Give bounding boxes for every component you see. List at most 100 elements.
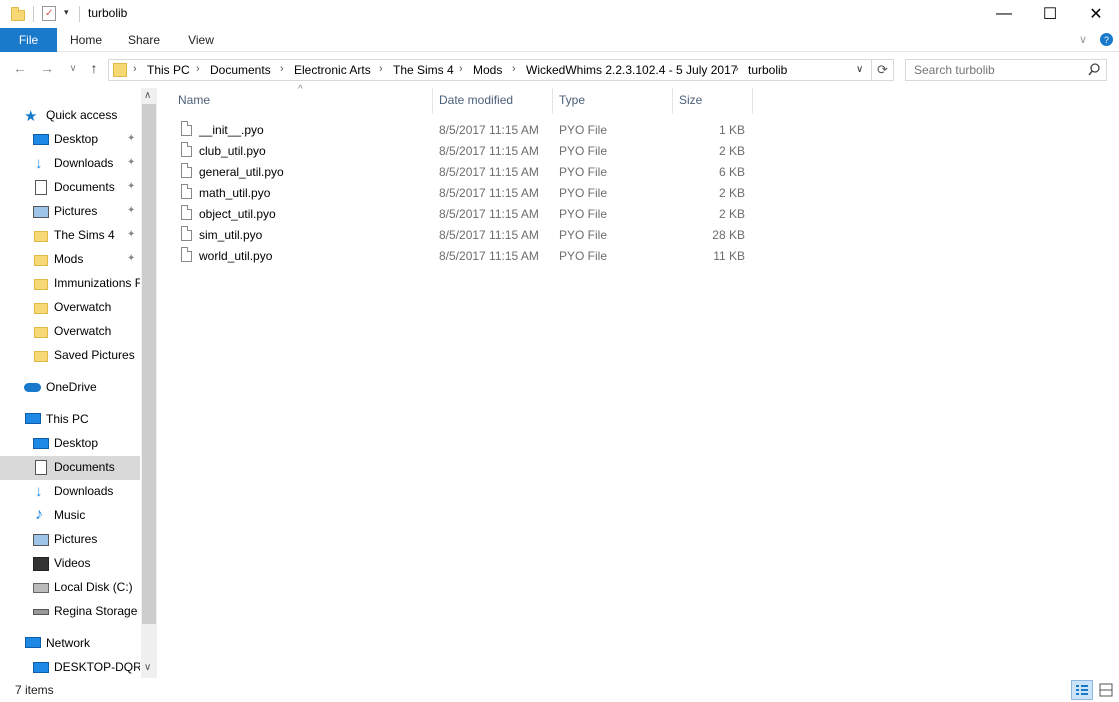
breadcrumb-separator[interactable]: › — [379, 63, 383, 75]
search-box[interactable] — [905, 59, 1107, 81]
back-button[interactable]: ← — [10, 60, 30, 76]
nav-item-the-sims-4[interactable]: The Sims 4 ✦ — [0, 224, 140, 248]
file-icon — [181, 226, 192, 241]
nav-item-videos[interactable]: Videos — [0, 552, 140, 576]
nav-item-downloads[interactable]: ↓ Downloads ✦ — [0, 152, 140, 176]
scroll-down-icon[interactable]: ∨ — [144, 662, 151, 673]
videos-icon — [33, 557, 49, 571]
column-header-size[interactable]: Size — [679, 93, 702, 107]
folder-icon — [34, 351, 48, 362]
nav-label: Saved Pictures — [54, 348, 135, 362]
nav-item-saved-pictures[interactable]: Saved Pictures — [0, 344, 140, 368]
tab-file[interactable]: File — [0, 28, 57, 52]
file-name: club_util.pyo — [199, 144, 266, 158]
file-type: PYO File — [559, 249, 608, 263]
nav-item-downloads[interactable]: ↓ Downloads — [0, 480, 140, 504]
breadcrumb-this-pc[interactable]: This PC — [147, 63, 190, 77]
breadcrumb-separator[interactable]: › — [735, 63, 739, 75]
properties-icon[interactable]: ✓ — [42, 6, 56, 21]
nav-item-desktop-computer[interactable]: DESKTOP-DQR1S — [0, 656, 140, 680]
file-name: general_util.pyo — [199, 165, 284, 179]
breadcrumb-the-sims-4[interactable]: The Sims 4 — [393, 63, 454, 77]
downloads-icon: ↓ — [35, 483, 43, 500]
pin-icon: ✦ — [127, 205, 136, 216]
search-icon[interactable] — [1088, 63, 1100, 77]
breadcrumb-separator[interactable]: › — [196, 63, 200, 75]
breadcrumb-separator[interactable]: › — [459, 63, 463, 75]
nav-label: This PC — [46, 412, 89, 426]
maximize-button[interactable]: ☐ — [1027, 0, 1073, 28]
up-button[interactable]: ↑ — [84, 60, 104, 76]
details-view-button[interactable] — [1071, 680, 1093, 700]
nav-item-mods[interactable]: Mods ✦ — [0, 248, 140, 272]
tab-share[interactable]: Share — [115, 28, 173, 52]
column-divider[interactable] — [552, 88, 553, 114]
tab-home[interactable]: Home — [57, 28, 115, 52]
file-row[interactable]: __init__.pyo 8/5/2017 11:15 AM PYO File … — [175, 119, 755, 140]
file-row[interactable]: general_util.pyo 8/5/2017 11:15 AM PYO F… — [175, 161, 755, 182]
column-header-type[interactable]: Type — [559, 93, 585, 107]
breadcrumb-electronic-arts[interactable]: Electronic Arts — [294, 63, 371, 77]
search-input[interactable] — [906, 60, 1086, 80]
item-count: 7 items — [15, 683, 54, 697]
nav-item-pictures[interactable]: Pictures ✦ — [0, 200, 140, 224]
column-divider[interactable] — [672, 88, 673, 114]
file-row[interactable]: math_util.pyo 8/5/2017 11:15 AM PYO File… — [175, 182, 755, 203]
nav-network[interactable]: Network — [0, 632, 140, 656]
nav-item-documents[interactable]: Documents ✦ — [0, 176, 140, 200]
recent-locations-icon[interactable]: ∨ — [63, 63, 83, 74]
file-icon — [181, 205, 192, 220]
nav-label: Network — [46, 636, 91, 650]
breadcrumb-separator[interactable]: › — [133, 63, 137, 75]
breadcrumb-wickedwhims[interactable]: WickedWhims 2.2.3.102.4 - 5 July 2017 — [526, 63, 737, 77]
breadcrumb-turbolib[interactable]: turbolib — [748, 63, 787, 77]
help-icon[interactable]: ? — [1100, 33, 1113, 46]
nav-item-local-disk[interactable]: Local Disk (C:) — [0, 576, 140, 600]
nav-item-regina-storage[interactable]: Regina Storage ( — [0, 600, 140, 624]
file-name: math_util.pyo — [199, 186, 271, 200]
nav-item-desktop[interactable]: Desktop ✦ — [0, 128, 140, 152]
refresh-button[interactable]: ⟳ — [872, 59, 894, 81]
column-divider[interactable] — [432, 88, 433, 114]
address-bar[interactable]: › This PC › Documents › Electronic Arts … — [108, 59, 872, 81]
file-row[interactable]: object_util.pyo 8/5/2017 11:15 AM PYO Fi… — [175, 203, 755, 224]
column-divider[interactable] — [752, 88, 753, 114]
nav-item-desktop[interactable]: Desktop — [0, 432, 140, 456]
breadcrumb-separator[interactable]: › — [280, 63, 284, 75]
file-size: 6 KB — [718, 165, 745, 179]
nav-item-overwatch[interactable]: Overwatch — [0, 296, 140, 320]
column-header-name[interactable]: Name — [178, 93, 210, 107]
close-button[interactable]: ✕ — [1073, 0, 1119, 28]
nav-item-immunizations[interactable]: Immunizations F — [0, 272, 140, 296]
file-row[interactable]: sim_util.pyo 8/5/2017 11:15 AM PYO File … — [175, 224, 755, 245]
computer-icon — [33, 662, 49, 673]
breadcrumb-documents[interactable]: Documents — [210, 63, 271, 77]
nav-onedrive[interactable]: OneDrive — [0, 376, 140, 400]
folder-icon — [11, 7, 25, 21]
nav-quick-access[interactable]: ★ Quick access — [0, 104, 140, 128]
file-name: world_util.pyo — [199, 249, 273, 263]
minimize-button[interactable]: — — [981, 0, 1027, 28]
nav-this-pc[interactable]: This PC — [0, 408, 140, 432]
scroll-up-icon[interactable]: ∧ — [144, 90, 151, 101]
scrollbar-thumb[interactable] — [142, 104, 156, 624]
breadcrumb-mods[interactable]: Mods — [473, 63, 502, 77]
network-drive-icon — [33, 609, 49, 615]
column-header-date-modified[interactable]: Date modified — [439, 93, 513, 107]
file-row[interactable]: world_util.pyo 8/5/2017 11:15 AM PYO Fil… — [175, 245, 755, 266]
file-row[interactable]: club_util.pyo 8/5/2017 11:15 AM PYO File… — [175, 140, 755, 161]
nav-label: Documents — [54, 460, 115, 474]
breadcrumb-separator[interactable]: › — [512, 63, 516, 75]
nav-item-music[interactable]: ♪ Music — [0, 504, 140, 528]
address-dropdown-icon[interactable]: ∨ — [856, 64, 863, 75]
nav-item-documents[interactable]: Documents — [0, 456, 140, 480]
forward-button[interactable]: → — [37, 60, 57, 76]
large-icons-view-button[interactable] — [1095, 680, 1117, 700]
nav-label: Immunizations F — [54, 276, 140, 290]
nav-item-overwatch[interactable]: Overwatch — [0, 320, 140, 344]
desktop-icon — [33, 438, 49, 449]
quick-access-toolbar-dropdown-icon[interactable]: ▾ — [64, 7, 69, 18]
tab-view[interactable]: View — [173, 28, 229, 52]
expand-ribbon-icon[interactable]: ∨ — [1079, 33, 1087, 46]
nav-item-pictures[interactable]: Pictures — [0, 528, 140, 552]
